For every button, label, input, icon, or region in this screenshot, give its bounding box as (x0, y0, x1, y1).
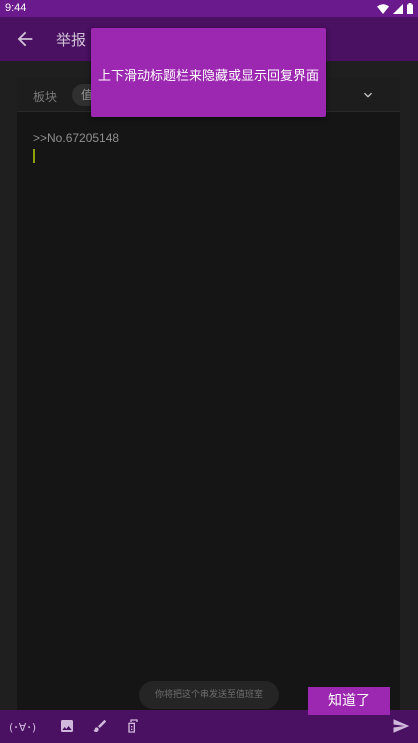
chevron-down-icon[interactable] (360, 87, 376, 103)
got-it-button[interactable]: 知道了 (308, 687, 390, 715)
reply-panel: 板块 值 >>No.67205148 (17, 78, 400, 710)
status-icons (377, 3, 413, 14)
reply-overlay: 板块 值 >>No.67205148 (0, 61, 418, 710)
status-bar: 9:44 (0, 0, 418, 17)
battery-icon (407, 3, 413, 14)
brush-icon[interactable] (92, 718, 108, 734)
wifi-icon (377, 3, 389, 14)
dice-icon[interactable] (125, 718, 141, 734)
tip-text: 上下滑动标题栏来隐藏或显示回复界面 (97, 69, 319, 84)
text-cursor (33, 149, 35, 163)
page-title: 举报 (56, 31, 87, 49)
image-icon[interactable] (59, 718, 75, 734)
board-label: 板块 (33, 90, 58, 104)
arrow-left-icon[interactable] (14, 28, 36, 50)
send-icon[interactable] (392, 717, 410, 735)
status-time: 9:44 (5, 2, 27, 14)
toast-message: 你将把这个串发送至值班室 (139, 681, 279, 709)
signal-icon (393, 3, 403, 14)
reply-content-input[interactable]: >>No.67205148 (33, 131, 119, 145)
kaomoji-button[interactable]: (･∀･) (9, 719, 36, 735)
tip-popup: 上下滑动标题栏来隐藏或显示回复界面 (91, 28, 326, 117)
